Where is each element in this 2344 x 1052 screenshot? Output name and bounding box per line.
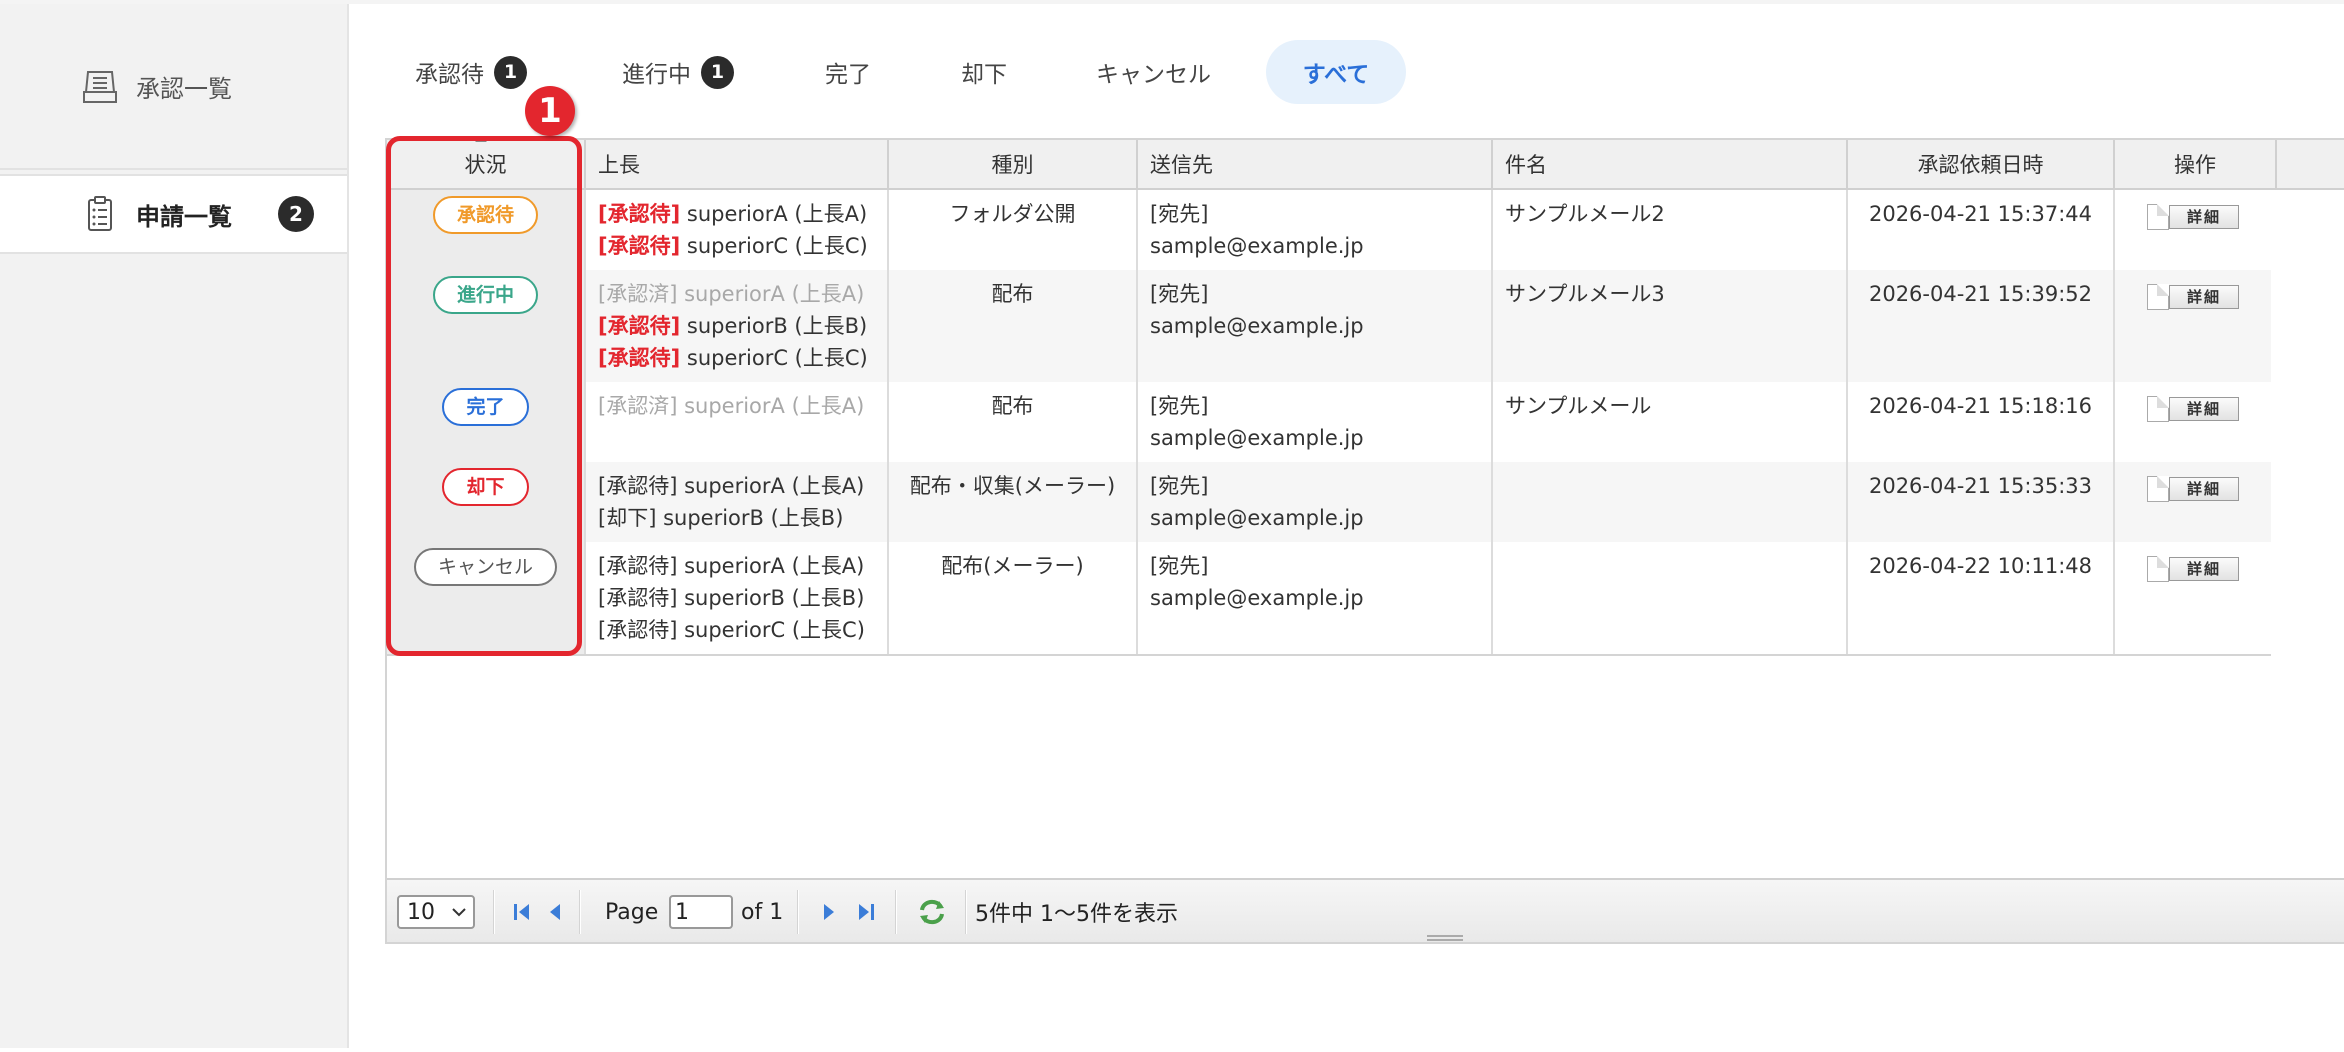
sidebar: 承認一覧 申請一覧 2 bbox=[0, 4, 349, 1048]
request-table: 状況 上長 種別 送信先 件名 承認依頼日時 操作 承認待 [承認待] supe… bbox=[385, 138, 2344, 944]
tab-completed[interactable]: 完了 bbox=[825, 40, 871, 104]
top-border bbox=[0, 0, 2344, 4]
table-row[interactable]: 承認待 [承認待] superiorA (上長A) [承認待] superior… bbox=[387, 190, 2271, 270]
destination-cell: [宛先] sample@example.jp bbox=[1138, 270, 1493, 382]
pagination-bar: 10 Page 1 of 1 5件中 1〜5件を表示 bbox=[387, 878, 2344, 942]
subject-cell: サンプルメール2 bbox=[1493, 190, 1848, 270]
destination-cell: [宛先] sample@example.jp bbox=[1138, 462, 1493, 542]
count-badge: 1 bbox=[494, 55, 527, 89]
tab-rejected[interactable]: 却下 bbox=[961, 40, 1007, 104]
destination-cell: [宛先] sample@example.jp bbox=[1138, 190, 1493, 270]
superior-cell: [承認待] superiorA (上長A) [承認待] superiorB (上… bbox=[586, 542, 889, 654]
inbox-tray-icon bbox=[80, 66, 120, 106]
table-bottom-border bbox=[387, 654, 2271, 656]
superior-cell: [承認済] superiorA (上長A) bbox=[586, 382, 889, 462]
type-cell: 配布(メーラー) bbox=[889, 542, 1138, 654]
prev-page-icon bbox=[550, 904, 560, 920]
table-row[interactable]: 却下 [承認待] superiorA (上長A) [却下] superiorB … bbox=[387, 462, 2271, 542]
column-header-superior[interactable]: 上長 bbox=[586, 140, 889, 188]
tab-cancelled[interactable]: キャンセル bbox=[1096, 40, 1211, 104]
last-page-icon bbox=[859, 904, 874, 920]
action-cell: 詳細 bbox=[2115, 462, 2271, 542]
document-icon bbox=[2147, 284, 2169, 310]
detail-button[interactable]: 詳細 bbox=[2147, 284, 2239, 310]
destination-cell: [宛先] sample@example.jp bbox=[1138, 542, 1493, 654]
date-cell: 2026-04-21 15:39:52 bbox=[1848, 270, 2115, 382]
document-icon bbox=[2147, 556, 2169, 582]
subject-cell: サンプルメール3 bbox=[1493, 270, 1848, 382]
next-page-icon bbox=[824, 904, 834, 920]
table-row[interactable]: 完了 [承認済] superiorA (上長A) 配布 [宛先] sample@… bbox=[387, 382, 2271, 462]
first-page-button[interactable] bbox=[511, 880, 533, 944]
document-icon bbox=[2147, 396, 2169, 422]
column-header-destination[interactable]: 送信先 bbox=[1138, 140, 1493, 188]
column-header-subject[interactable]: 件名 bbox=[1493, 140, 1848, 188]
date-cell: 2026-04-21 15:18:16 bbox=[1848, 382, 2115, 462]
type-cell: 配布 bbox=[889, 270, 1138, 382]
document-icon bbox=[2147, 476, 2169, 502]
column-header-type[interactable]: 種別 bbox=[889, 140, 1138, 188]
chevron-down-icon bbox=[452, 908, 466, 917]
type-cell: 配布・収集(メーラー) bbox=[889, 462, 1138, 542]
column-header-request-date[interactable]: 承認依頼日時 bbox=[1848, 140, 2115, 188]
page-count-label: of 1 bbox=[741, 899, 784, 925]
tab-all[interactable]: すべて bbox=[1266, 40, 1406, 104]
detail-button[interactable]: 詳細 bbox=[2147, 204, 2239, 230]
superior-cell: [承認待] superiorA (上長A) [承認待] superiorC (上… bbox=[586, 190, 889, 270]
subject-cell: サンプルメール bbox=[1493, 382, 1848, 462]
first-page-icon bbox=[514, 904, 529, 920]
date-cell: 2026-04-21 15:35:33 bbox=[1848, 462, 2115, 542]
annotation-number-badge: 1 bbox=[525, 86, 575, 136]
document-icon bbox=[2147, 204, 2169, 230]
tab-pending[interactable]: 承認待 1 bbox=[415, 40, 527, 104]
divider bbox=[493, 890, 495, 934]
type-cell: 配布 bbox=[889, 382, 1138, 462]
sidebar-item-approval-list[interactable]: 承認一覧 bbox=[0, 4, 347, 170]
action-cell: 詳細 bbox=[2115, 270, 2271, 382]
type-cell: フォルダ公開 bbox=[889, 190, 1138, 270]
page-label: Page bbox=[605, 899, 659, 925]
page-size-select[interactable]: 10 bbox=[397, 895, 475, 929]
date-cell: 2026-04-22 10:11:48 bbox=[1848, 542, 2115, 654]
table-row[interactable]: キャンセル [承認待] superiorA (上長A) [承認待] superi… bbox=[387, 542, 2271, 654]
sidebar-item-label: 承認一覧 bbox=[136, 74, 232, 103]
table-row[interactable]: 進行中 [承認済] superiorA (上長A) [承認待] superior… bbox=[387, 270, 2271, 382]
prev-page-button[interactable] bbox=[547, 880, 563, 944]
action-cell: 詳細 bbox=[2115, 190, 2271, 270]
detail-button[interactable]: 詳細 bbox=[2147, 476, 2239, 502]
subject-cell bbox=[1493, 462, 1848, 542]
superior-cell: [承認済] superiorA (上長A) [承認待] superiorB (上… bbox=[586, 270, 889, 382]
detail-button[interactable]: 詳細 bbox=[2147, 556, 2239, 582]
superior-cell: [承認待] superiorA (上長A) [却下] superiorB (上長… bbox=[586, 462, 889, 542]
page-number-input[interactable]: 1 bbox=[669, 895, 733, 929]
last-page-button[interactable] bbox=[855, 880, 877, 944]
table-header: 状況 上長 種別 送信先 件名 承認依頼日時 操作 bbox=[387, 140, 2344, 190]
date-cell: 2026-04-21 15:37:44 bbox=[1848, 190, 2115, 270]
count-badge: 1 bbox=[701, 55, 734, 89]
subject-cell bbox=[1493, 542, 1848, 654]
divider bbox=[965, 890, 967, 934]
sidebar-item-request-list[interactable]: 申請一覧 2 bbox=[0, 174, 347, 254]
record-summary: 5件中 1〜5件を表示 bbox=[975, 902, 1178, 927]
action-cell: 詳細 bbox=[2115, 382, 2271, 462]
divider bbox=[797, 890, 799, 934]
status-column-highlight bbox=[386, 136, 582, 656]
destination-cell: [宛先] sample@example.jp bbox=[1138, 382, 1493, 462]
refresh-icon bbox=[920, 899, 944, 925]
detail-button[interactable]: 詳細 bbox=[2147, 396, 2239, 422]
tab-in-progress[interactable]: 進行中 1 bbox=[622, 40, 734, 104]
sidebar-item-label: 申請一覧 bbox=[136, 202, 232, 231]
count-badge: 2 bbox=[278, 196, 314, 232]
column-header-actions: 操作 bbox=[2115, 140, 2277, 188]
action-cell: 詳細 bbox=[2115, 542, 2271, 654]
divider bbox=[579, 890, 581, 934]
clipboard-list-icon bbox=[80, 194, 120, 234]
divider bbox=[895, 890, 897, 934]
resize-handle[interactable] bbox=[1427, 935, 1463, 941]
next-page-button[interactable] bbox=[821, 880, 837, 944]
refresh-button[interactable] bbox=[917, 880, 947, 944]
